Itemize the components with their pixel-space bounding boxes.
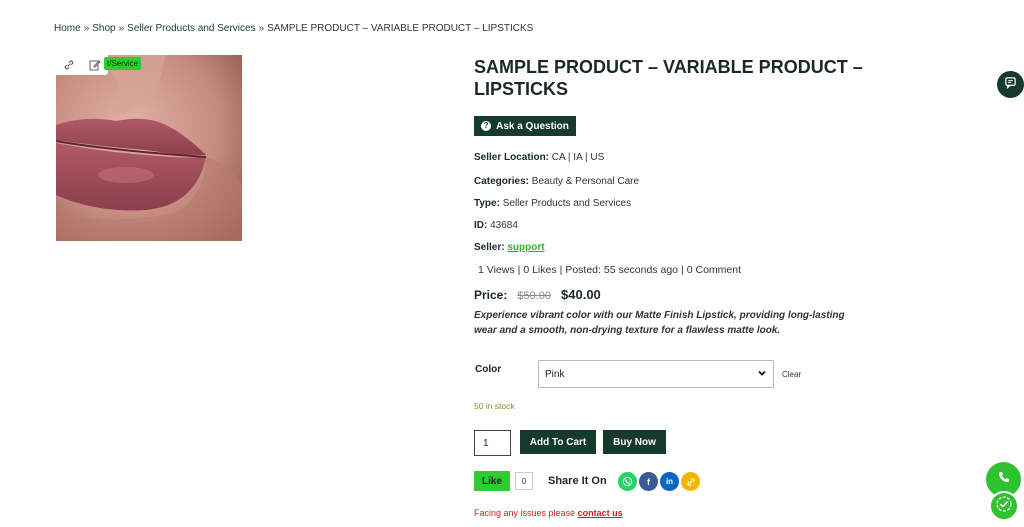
breadcrumb-home[interactable]: Home (54, 23, 81, 34)
breadcrumb-current: SAMPLE PRODUCT – VARIABLE PRODUCT – LIPS… (267, 23, 534, 34)
color-label: Color (475, 364, 502, 375)
seller-label: Seller: (474, 242, 505, 253)
message-icon (1004, 76, 1017, 94)
ask-question-button[interactable]: ? Ask a Question (474, 116, 576, 136)
price-row: Price: $50.00 $40.00 (474, 287, 601, 302)
product-type: Type: Seller Products and Services (474, 198, 631, 209)
ask-question-label: Ask a Question (496, 120, 569, 132)
link-icon[interactable] (63, 59, 75, 71)
type-label: Type: (474, 198, 500, 209)
comment-count: 0 Comment (686, 264, 742, 276)
price-old: $50.00 (517, 290, 552, 302)
product-title: SAMPLE PRODUCT – VARIABLE PRODUCT – LIPS… (474, 57, 863, 99)
categories-value: Beauty & Personal Care (531, 176, 640, 187)
id-label: ID: (474, 220, 488, 231)
seller-location-value: CA | IA | US (551, 152, 605, 163)
product-image[interactable] (56, 55, 242, 241)
breadcrumb-category[interactable]: Seller Products and Services (127, 23, 255, 34)
product-description: Experience vibrant color with our Matte … (474, 310, 845, 336)
type-value: Seller Products and Services (502, 198, 632, 209)
stock-status: 50 in stock (474, 401, 515, 411)
id-value: 43684 (490, 220, 518, 231)
support-text: Facing any issues please (474, 508, 576, 518)
clear-variation-link[interactable]: Clear (782, 370, 801, 379)
buy-now-button[interactable]: Buy Now (603, 430, 666, 454)
seller-link[interactable]: support (507, 242, 544, 253)
facebook-icon[interactable]: f (639, 472, 658, 491)
seller-location-label: Seller Location: (474, 152, 550, 163)
seller-location: Seller Location: CA | IA | US (474, 152, 604, 163)
linkedin-icon[interactable]: in (660, 472, 679, 491)
product-id: ID: 43684 (474, 220, 518, 231)
support-notice: Facing any issues please contact us (474, 508, 623, 518)
lips-illustration (56, 55, 242, 241)
categories-label: Categories: (474, 176, 530, 187)
color-select[interactable]: Pink (538, 360, 774, 388)
question-icon: ? (481, 121, 492, 131)
like-count: 0 (515, 472, 533, 490)
price-label: Price: (474, 288, 508, 302)
breadcrumb: Home» Shop» Seller Products and Services» S… (54, 23, 533, 34)
product-stats: 1 Views | 0 Likes | Posted: 55 seconds ago | 0… (478, 264, 742, 276)
copy-link-icon[interactable] (681, 472, 700, 491)
breadcrumb-separator: » (118, 23, 125, 34)
categories: Categories: Beauty & Personal Care (474, 176, 639, 187)
edit-icon[interactable] (89, 59, 101, 71)
price-new: $40.00 (561, 287, 601, 302)
contact-us-link[interactable]: contact us (578, 508, 623, 518)
quantity-input[interactable]: 1 (474, 430, 511, 456)
breadcrumb-separator: » (258, 23, 265, 34)
posted-time: Posted: 55 seconds ago (565, 264, 678, 276)
breadcrumb-separator: » (83, 23, 90, 34)
check-badge-icon (995, 495, 1013, 518)
color-selected-value: Pink (545, 368, 565, 380)
product-type-badge: t/Service (104, 57, 142, 70)
phone-icon (997, 470, 1011, 489)
like-button[interactable]: Like (474, 471, 510, 491)
image-toolbar (56, 55, 108, 75)
views-count: 1 Views (478, 264, 515, 276)
whatsapp-icon[interactable] (618, 472, 637, 491)
verified-badge-button[interactable] (989, 491, 1019, 521)
chat-widget-button[interactable] (997, 71, 1024, 98)
seller: Seller: support (474, 242, 545, 253)
share-icons: f in (618, 472, 700, 491)
add-to-cart-button[interactable]: Add To Cart (520, 430, 596, 454)
chevron-down-icon (757, 368, 767, 381)
share-label: Share It On (548, 475, 607, 487)
breadcrumb-shop[interactable]: Shop (92, 23, 115, 34)
likes-count: 0 Likes (523, 264, 557, 276)
